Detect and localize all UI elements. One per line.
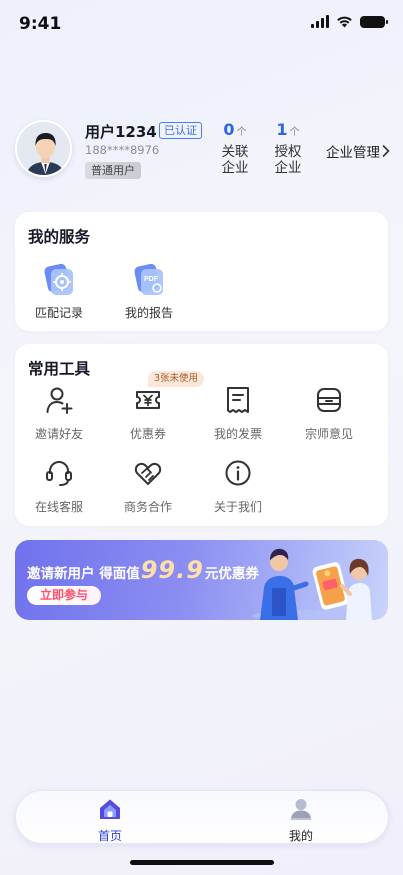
tool-online-support[interactable]: 在线客服 xyxy=(17,458,101,515)
invite-promo-banner[interactable]: 邀请新用户 得面值 99.9 元优惠券 立即参与 xyxy=(15,540,388,620)
authorized-count: 1 xyxy=(276,120,288,139)
common-tools-card: 常用工具 3张未使用 邀请好友 优惠券 我的发票 宗师意见 在线客服 商务合作 … xyxy=(15,344,388,526)
tool-label: 宗师意见 xyxy=(304,427,353,441)
status-bar: 9:41 xyxy=(0,0,403,46)
linked-label-line1: 关联 xyxy=(221,144,249,160)
service-label: 我的报告 xyxy=(124,306,173,320)
tool-invite-friends[interactable]: 邀请好友 xyxy=(17,385,101,442)
add-user-icon xyxy=(46,387,73,414)
service-match-records[interactable]: 匹配记录 xyxy=(24,262,94,321)
home-indicator xyxy=(130,860,274,865)
tab-mine[interactable]: 我的 xyxy=(261,797,341,844)
status-time: 9:41 xyxy=(19,14,62,34)
target-doc-icon xyxy=(41,262,77,298)
authorized-label-line1: 授权 xyxy=(274,144,302,160)
bottom-tab-bar: 首页 我的 xyxy=(15,790,389,844)
tab-mine-label: 我的 xyxy=(288,829,313,843)
info-icon xyxy=(225,460,251,486)
tool-coupons[interactable]: 优惠券 xyxy=(106,385,190,442)
linked-label-line2: 企业 xyxy=(221,160,249,176)
home-icon xyxy=(100,799,120,819)
linked-unit: 个 xyxy=(236,127,247,138)
service-label: 匹配记录 xyxy=(34,306,83,320)
pdf-report-icon: PDF xyxy=(131,262,167,298)
tool-label: 优惠券 xyxy=(129,427,166,441)
banner-amount: 99.9 xyxy=(140,556,204,584)
authorized-label-line2: 企业 xyxy=(274,160,302,176)
enterprise-management-label: 企业管理 xyxy=(326,145,380,161)
linked-count: 0 xyxy=(223,120,235,139)
tools-title: 常用工具 xyxy=(28,360,91,378)
tool-feedback[interactable]: 宗师意见 xyxy=(287,385,371,442)
chevron-right-icon xyxy=(382,145,390,157)
tool-label: 邀请好友 xyxy=(34,427,83,441)
banner-illustration xyxy=(252,548,372,620)
authorized-unit: 个 xyxy=(289,127,300,138)
tab-home[interactable]: 首页 xyxy=(70,797,150,844)
services-title: 我的服务 xyxy=(28,228,91,246)
banner-text-before: 邀请新用户 得面值 xyxy=(27,566,140,582)
headset-icon xyxy=(46,461,72,486)
service-my-reports[interactable]: PDF 我的报告 xyxy=(114,262,184,321)
tool-label: 在线客服 xyxy=(34,500,83,514)
tool-about-us[interactable]: 关于我们 xyxy=(196,458,280,515)
profile-header: 用户1234 已认证 188****8976 普通用户 0个 关联 企业 1个 … xyxy=(15,120,390,190)
join-now-button[interactable]: 立即参与 xyxy=(27,586,102,605)
verified-badge: 已认证 xyxy=(159,122,202,139)
banner-headline: 邀请新用户 得面值 99.9 元优惠券 xyxy=(27,556,259,584)
user-phone: 188****8976 xyxy=(85,143,160,157)
enterprise-management-link[interactable]: 企业管理 xyxy=(326,141,390,161)
cellular-signal-icon xyxy=(311,15,329,28)
profile-icon xyxy=(291,799,311,820)
tool-label: 关于我们 xyxy=(213,500,262,514)
linked-enterprise-stat[interactable]: 0个 关联 企业 xyxy=(215,120,255,176)
tool-business-cooperation[interactable]: 商务合作 xyxy=(106,458,190,515)
avatar[interactable] xyxy=(15,120,72,177)
user-level-badge: 普通用户 xyxy=(85,162,141,179)
invoice-icon xyxy=(227,387,249,413)
tool-label: 我的发票 xyxy=(213,427,262,441)
svg-text:PDF: PDF xyxy=(144,276,159,283)
tool-label: 商务合作 xyxy=(123,500,172,514)
tab-home-label: 首页 xyxy=(97,829,122,843)
battery-icon xyxy=(360,15,388,28)
status-icons xyxy=(311,15,388,28)
my-services-card: 我的服务 匹配记录 PDF 我的报告 xyxy=(15,212,388,331)
authorized-enterprise-stat[interactable]: 1个 授权 企业 xyxy=(268,120,308,176)
coupon-icon xyxy=(136,391,160,409)
feedback-icon xyxy=(317,388,341,412)
user-name: 用户1234 xyxy=(85,123,157,141)
wifi-icon xyxy=(337,16,352,28)
handshake-icon xyxy=(134,462,162,485)
tool-my-invoices[interactable]: 我的发票 xyxy=(196,385,280,442)
